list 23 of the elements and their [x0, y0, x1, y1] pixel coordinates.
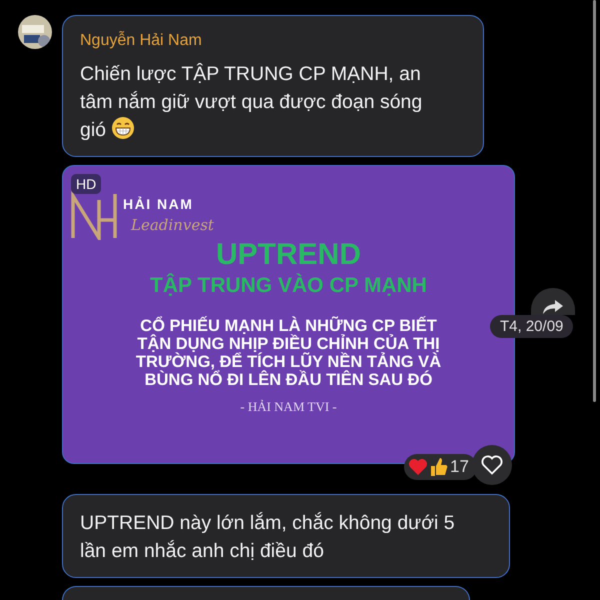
- headline: UPTREND: [216, 238, 361, 272]
- heart-icon: [408, 458, 428, 476]
- subheadline: TẬP TRUNG VÀO CP MẠNH: [150, 273, 427, 299]
- message-text: Chiến lược TẬP TRUNG CP MẠNH, an tâm nắm giữ vượt qua được đoạn sóng gió: [80, 62, 424, 143]
- brand-name: HẢI NAM: [123, 196, 194, 212]
- reaction-summary[interactable]: 17: [404, 454, 477, 480]
- sender-name: Nguyễn Hải Nam: [80, 30, 202, 51]
- caption-line: CỔ PHIẾU MẠNH LÀ NHỮNG CP BIẾT: [140, 317, 437, 335]
- share-button[interactable]: [531, 288, 575, 315]
- avatar[interactable]: [18, 15, 52, 49]
- timestamp: T4, 20/09: [490, 315, 574, 338]
- thumbs-up-icon: [430, 457, 448, 477]
- heart-outline-icon: [481, 455, 503, 475]
- share-arrow-icon: [542, 299, 564, 315]
- caption-line: TẬN DỤNG NHỊP ĐIỀU CHỈNH CỦA THỊ: [137, 335, 440, 353]
- message-text: UPTREND này lớn lắm, chắc không dưới 5 lần em nhắc anh chị điều đó: [80, 511, 456, 564]
- caption-line: TRƯỜNG, ĐỂ TÍCH LŨY NỀN TẢNG VÀ: [136, 353, 442, 371]
- scrollbar[interactable]: [593, 0, 596, 402]
- signature: - HẢI NAM TVI -: [240, 399, 337, 415]
- caption-line: BÙNG NỔ ĐI LÊN ĐẦU TIÊN SAU ĐÓ: [144, 371, 432, 389]
- hd-badge: HD: [71, 174, 102, 194]
- logo-icon: [69, 190, 119, 240]
- brand-tagline: Leadinvest: [131, 216, 214, 234]
